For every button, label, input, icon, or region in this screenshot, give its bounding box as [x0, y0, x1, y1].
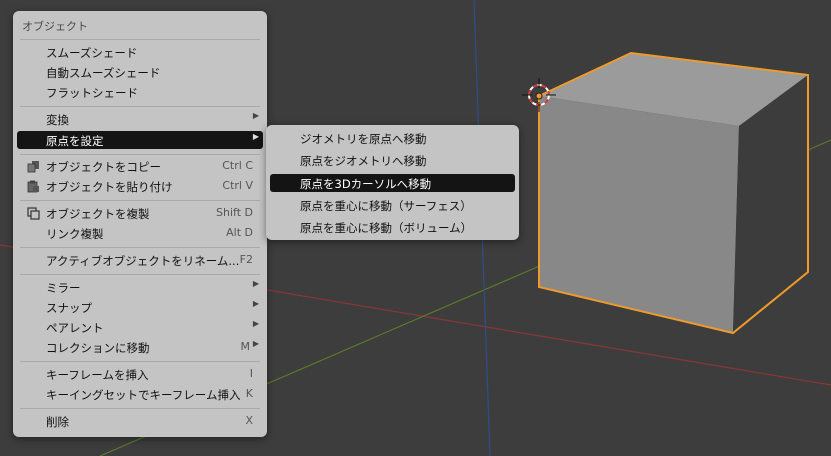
- submenu-item-origin-to-center-of-mass-volume[interactable]: 原点を重心に移動（ボリューム）: [270, 218, 515, 236]
- submenu-item-origin-to-center-of-mass-surface[interactable]: 原点を重心に移動（サーフェス）: [270, 196, 515, 214]
- menu-item-parent[interactable]: ペアレント ▶: [17, 318, 263, 336]
- menu-item-label: オブジェクトを貼り付け: [46, 180, 173, 194]
- menu-item-label: 原点を重心に移動（サーフェス）: [300, 199, 472, 213]
- submenu-arrow-icon: ▶: [252, 299, 259, 308]
- submenu-item-origin-to-geometry[interactable]: 原点をジオメトリへ移動: [270, 151, 515, 169]
- menu-separator: [20, 247, 260, 248]
- submenu-arrow-icon: ▶: [252, 319, 259, 328]
- duplicate-icon: [27, 207, 40, 220]
- menu-separator: [20, 274, 260, 275]
- menu-separator: [20, 39, 260, 40]
- shortcut-label: X: [245, 414, 253, 427]
- menu-separator: [20, 408, 260, 409]
- menu-item-label: キーイングセットでキーフレーム挿入: [46, 388, 241, 402]
- shortcut-label: Ctrl C: [222, 159, 253, 172]
- menu-separator: [20, 154, 260, 155]
- menu-item-label: 自動スムーズシェード: [46, 66, 161, 80]
- menu-item-label: 削除: [46, 415, 69, 429]
- menu-item-smooth-shade[interactable]: スムーズシェード: [17, 43, 263, 61]
- object-origin-dot: [535, 92, 543, 100]
- menu-item-transform[interactable]: 変換 ▶: [17, 110, 263, 128]
- menu-item-label: スムーズシェード: [46, 46, 138, 60]
- shortcut-label: Shift D: [216, 206, 253, 219]
- menu-item-move-to-collection[interactable]: コレクションに移動 M ▶: [17, 338, 263, 356]
- submenu-arrow-icon: ▶: [252, 339, 259, 348]
- submenu-arrow-icon: ▶: [252, 132, 259, 141]
- menu-item-label: 原点をジオメトリへ移動: [300, 154, 427, 168]
- menu-item-paste-objects[interactable]: オブジェクトを貼り付け Ctrl V: [17, 177, 263, 195]
- menu-item-copy-objects[interactable]: オブジェクトをコピー Ctrl C: [17, 157, 263, 175]
- menu-item-auto-smooth-shade[interactable]: 自動スムーズシェード: [17, 63, 263, 81]
- menu-item-label: 原点を3Dカーソルへ移動: [300, 177, 432, 191]
- shortcut-label: K: [245, 387, 253, 400]
- shortcut-label: I: [249, 367, 253, 380]
- menu-item-label: オブジェクトを複製: [46, 207, 150, 221]
- menu-item-label: アクティブオブジェクトをリネーム...: [46, 254, 240, 268]
- menu-item-label: 原点を設定: [46, 134, 104, 148]
- object-context-menu: オブジェクト スムーズシェード 自動スムーズシェード フラットシェード 変換 ▶…: [13, 11, 267, 437]
- menu-separator: [20, 361, 260, 362]
- shortcut-label: M: [240, 340, 251, 353]
- menu-item-label: 原点を重心に移動（ボリューム）: [300, 221, 473, 235]
- submenu-item-origin-to-3d-cursor[interactable]: 原点を3Dカーソルへ移動: [270, 174, 515, 192]
- shortcut-label: Alt D: [226, 226, 253, 239]
- shortcut-label: Ctrl V: [222, 179, 253, 192]
- menu-item-label: フラットシェード: [46, 86, 138, 100]
- menu-title: オブジェクト: [22, 20, 88, 33]
- menu-item-label: スナップ: [46, 301, 92, 315]
- menu-item-label: コレクションに移動: [46, 341, 150, 355]
- menu-item-delete[interactable]: 削除 X: [17, 412, 263, 430]
- menu-item-label: 変換: [46, 113, 69, 127]
- menu-separator: [20, 106, 260, 107]
- submenu-item-geometry-to-origin[interactable]: ジオメトリを原点へ移動: [270, 129, 515, 147]
- menu-item-flat-shade[interactable]: フラットシェード: [17, 83, 263, 101]
- menu-separator: [20, 200, 260, 201]
- menu-item-label: ペアレント: [46, 321, 104, 335]
- shortcut-label: F2: [239, 253, 253, 266]
- submenu-arrow-icon: ▶: [252, 279, 259, 288]
- menu-item-label: リンク複製: [46, 227, 104, 241]
- menu-item-insert-keyframe[interactable]: キーフレームを挿入 I: [17, 365, 263, 383]
- menu-item-label: ジオメトリを原点へ移動: [300, 132, 427, 146]
- menu-item-rename-active[interactable]: アクティブオブジェクトをリネーム... F2: [17, 251, 263, 269]
- menu-item-duplicate-objects[interactable]: オブジェクトを複製 Shift D: [17, 204, 263, 222]
- set-origin-submenu: ジオメトリを原点へ移動 原点をジオメトリへ移動 原点を3Dカーソルへ移動 原点を…: [266, 125, 519, 240]
- menu-item-set-origin[interactable]: 原点を設定 ▶: [17, 131, 263, 149]
- menu-item-duplicate-linked[interactable]: リンク複製 Alt D: [17, 224, 263, 242]
- submenu-arrow-icon: ▶: [252, 111, 259, 120]
- menu-item-insert-keyframe-keying-set[interactable]: キーイングセットでキーフレーム挿入 K: [17, 385, 263, 403]
- menu-item-mirror[interactable]: ミラー ▶: [17, 278, 263, 296]
- menu-item-snap[interactable]: スナップ ▶: [17, 298, 263, 316]
- menu-item-label: オブジェクトをコピー: [46, 160, 161, 174]
- paste-icon: [27, 180, 39, 193]
- menu-item-label: ミラー: [46, 281, 81, 295]
- default-cube[interactable]: [538, 51, 809, 335]
- menu-item-label: キーフレームを挿入: [46, 368, 149, 382]
- copy-icon: [27, 161, 39, 173]
